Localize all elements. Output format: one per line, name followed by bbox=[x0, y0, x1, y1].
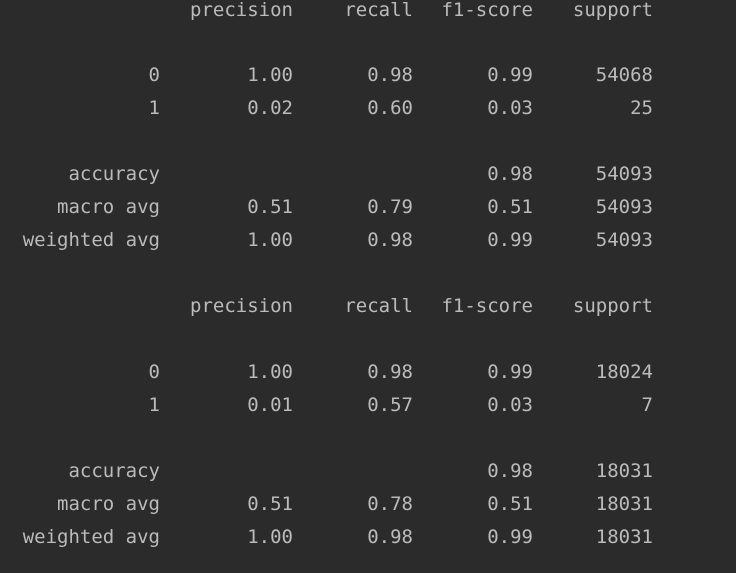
summary-label: weighted avg bbox=[22, 229, 160, 251]
precision-value: 1.00 bbox=[247, 64, 293, 86]
recall-value: 0.98 bbox=[367, 229, 413, 251]
f1-score-value: 0.03 bbox=[487, 97, 533, 119]
column-header-support: support bbox=[572, 295, 653, 317]
precision-value: 1.00 bbox=[247, 526, 293, 548]
report-1-class-row: 0 1.00 0.98 0.99 54068 bbox=[0, 59, 736, 92]
f1-score-value: 0.99 bbox=[487, 64, 533, 86]
report-1-class-row: 1 0.02 0.60 0.03 25 bbox=[0, 92, 736, 125]
f1-score-value: 0.99 bbox=[487, 361, 533, 383]
class-label: 0 bbox=[148, 64, 160, 86]
support-value: 7 bbox=[641, 394, 653, 416]
support-value: 54068 bbox=[595, 64, 653, 86]
report-2-weighted-avg-row: weighted avg 1.00 0.98 0.99 18031 bbox=[0, 521, 736, 554]
report-1-accuracy-row: accuracy 0.98 54093 bbox=[0, 158, 736, 191]
recall-value: 0.98 bbox=[367, 361, 413, 383]
recall-value: 0.60 bbox=[367, 97, 413, 119]
f1-score-value: 0.99 bbox=[487, 526, 533, 548]
report-1-header-row: precision recall f1-score support bbox=[0, 0, 736, 27]
report-2-macro-avg-row: macro avg 0.51 0.78 0.51 18031 bbox=[0, 488, 736, 521]
support-value: 25 bbox=[630, 97, 653, 119]
report-2-accuracy-row: accuracy 0.98 18031 bbox=[0, 455, 736, 488]
class-label: 1 bbox=[148, 394, 160, 416]
column-header-precision: precision bbox=[190, 0, 293, 21]
f1-score-value: 0.98 bbox=[487, 163, 533, 185]
support-value: 54093 bbox=[595, 229, 653, 251]
report-2-class-row: 1 0.01 0.57 0.03 7 bbox=[0, 389, 736, 422]
precision-value: 0.51 bbox=[247, 493, 293, 515]
recall-value: 0.98 bbox=[367, 64, 413, 86]
report-1-weighted-avg-row: weighted avg 1.00 0.98 0.99 54093 bbox=[0, 224, 736, 257]
summary-label: weighted avg bbox=[22, 526, 160, 548]
summary-label: accuracy bbox=[68, 460, 160, 482]
f1-score-value: 0.03 bbox=[487, 394, 533, 416]
f1-score-value: 0.51 bbox=[487, 493, 533, 515]
precision-value: 1.00 bbox=[247, 229, 293, 251]
precision-value: 1.00 bbox=[247, 361, 293, 383]
report-1-macro-avg-row: macro avg 0.51 0.79 0.51 54093 bbox=[0, 191, 736, 224]
column-header-support: support bbox=[572, 0, 653, 21]
report-2-class-row: 0 1.00 0.98 0.99 18024 bbox=[0, 356, 736, 389]
f1-score-value: 0.51 bbox=[487, 196, 533, 218]
precision-value: 0.01 bbox=[247, 394, 293, 416]
support-value: 18031 bbox=[595, 460, 653, 482]
f1-score-value: 0.99 bbox=[487, 229, 533, 251]
summary-label: accuracy bbox=[68, 163, 160, 185]
column-header-recall: recall bbox=[344, 0, 413, 21]
precision-value: 0.51 bbox=[247, 196, 293, 218]
summary-label: macro avg bbox=[57, 196, 160, 218]
recall-value: 0.79 bbox=[367, 196, 413, 218]
column-header-precision: precision bbox=[190, 295, 293, 317]
class-label: 0 bbox=[148, 361, 160, 383]
column-header-recall: recall bbox=[344, 295, 413, 317]
recall-value: 0.57 bbox=[367, 394, 413, 416]
precision-value: 0.02 bbox=[247, 97, 293, 119]
support-value: 54093 bbox=[595, 163, 653, 185]
class-label: 1 bbox=[148, 97, 160, 119]
report-2-header-row: precision recall f1-score support bbox=[0, 290, 736, 323]
support-value: 18031 bbox=[595, 493, 653, 515]
recall-value: 0.98 bbox=[367, 526, 413, 548]
support-value: 54093 bbox=[595, 196, 653, 218]
console-output: precision recall f1-score support 0 1.00… bbox=[0, 0, 736, 573]
recall-value: 0.78 bbox=[367, 493, 413, 515]
column-header-f1-score: f1-score bbox=[441, 295, 533, 317]
summary-label: macro avg bbox=[57, 493, 160, 515]
f1-score-value: 0.98 bbox=[487, 460, 533, 482]
support-value: 18024 bbox=[595, 361, 653, 383]
support-value: 18031 bbox=[595, 526, 653, 548]
column-header-f1-score: f1-score bbox=[441, 0, 533, 21]
